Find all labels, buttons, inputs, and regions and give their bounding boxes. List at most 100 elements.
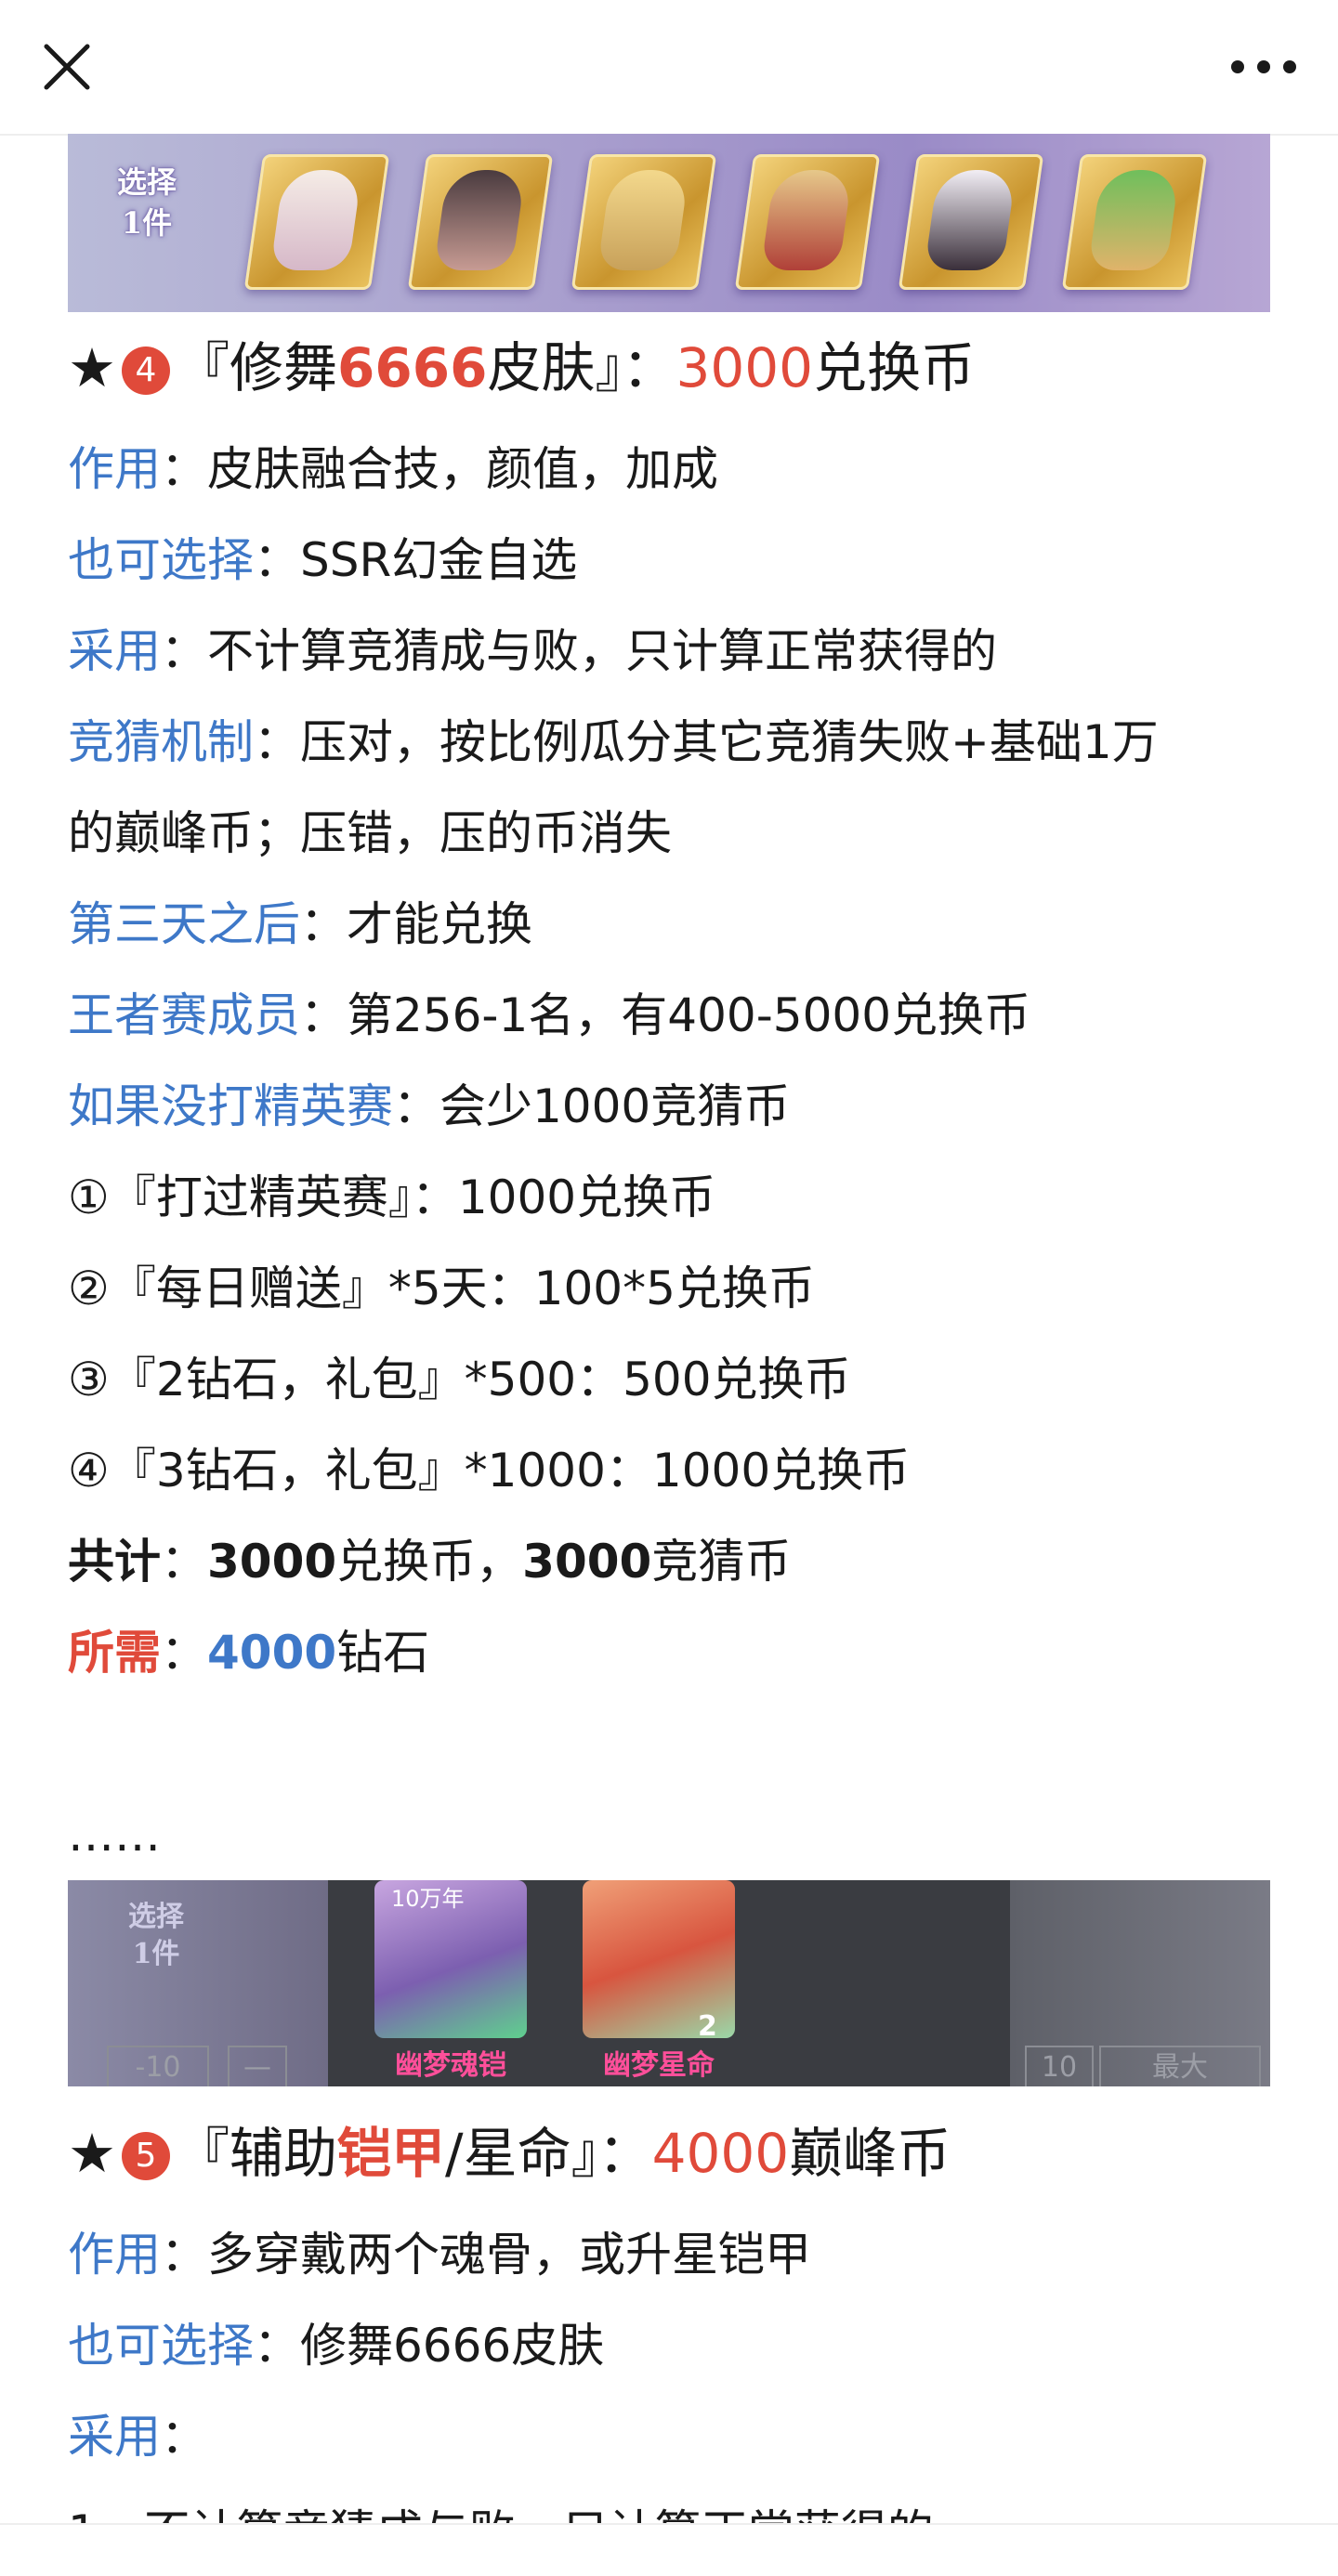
bottom-toolbar (0, 2523, 1338, 2576)
select-one-tag: 选择 1件 (96, 162, 198, 273)
star-icon: ★ (68, 336, 116, 399)
row-text: 压对，按比例瓜分其它竞猜失败+基础1万 (300, 715, 1159, 769)
list-item: ②『每日赠送』*5天：100*5兑换币 (68, 1262, 815, 1315)
section-5-heading: ★ 5 『辅助铠甲/星命』：4000巅峰币 (68, 2098, 1270, 2209)
need-label: 所需 (68, 1626, 161, 1680)
info-row: 采用： (68, 2391, 1270, 2482)
info-row: 作用：多穿戴两个魂骨，或升星铠甲 (68, 2209, 1270, 2300)
total-row: 共计：3000兑换币，3000竞猜币 (68, 1516, 1270, 1607)
total-label: 共计 (68, 1535, 161, 1589)
row-label: 王者赛成员 (68, 988, 300, 1042)
max-button[interactable]: 最大 (1099, 2046, 1261, 2086)
skin-card (571, 154, 717, 290)
title-suffix: 皮肤』： (487, 336, 676, 399)
skin-card (1061, 154, 1208, 290)
row-sep: ： (161, 442, 207, 496)
row-text: 皮肤融合技，颜值，加成 (207, 442, 718, 496)
info-row: 的巅峰币；压错，压的币消失 (68, 788, 1270, 879)
row-text: 第256-1名，有400-5000兑换币 (347, 988, 1031, 1042)
select-one-tag: 选择 1件 (105, 1899, 207, 1973)
total-value-2: 3000 (522, 1535, 652, 1589)
row-label: 第三天之后 (68, 897, 300, 951)
row-label: 也可选择 (68, 2319, 254, 2373)
skin-card (243, 154, 390, 290)
info-row: 第三天之后：才能兑换 (68, 879, 1270, 970)
row-text: 多穿戴两个魂骨，或升星铠甲 (207, 2228, 811, 2282)
info-row: 也可选择：修舞6666皮肤 (68, 2300, 1270, 2391)
row-text: SSR幻金自选 (300, 533, 578, 587)
top-bar (0, 0, 1338, 136)
row-sep: ： (300, 897, 347, 951)
title-highlight: 铠甲 (337, 2122, 446, 2185)
minus-ten-button[interactable]: -10 (107, 2046, 209, 2086)
cost-unit: 巅峰币 (789, 2122, 951, 2185)
armor-select-banner: 选择 1件 10万年 幽梦魂铠 2 幽梦星命 -10 — 10 最大 (68, 1880, 1270, 2086)
armor-item-label: 幽梦魂铠 (395, 2049, 506, 2082)
row-label: 作用 (68, 442, 161, 496)
skin-card (898, 154, 1044, 290)
list-item: ④『3钻石，礼包』*1000：1000兑换币 (68, 1444, 911, 1497)
select-tag-line2: 1件 (132, 1938, 180, 1970)
item-count-badge: 2 (698, 2010, 717, 2043)
close-icon[interactable] (28, 28, 106, 106)
row-text: 才能兑换 (347, 897, 532, 951)
row-sep: ： (161, 2410, 207, 2464)
need-unit: 钻石 (336, 1626, 430, 1680)
info-row: 作用：皮肤融合技，颜值，加成 (68, 424, 1270, 515)
total-value-1: 3000 (207, 1535, 337, 1589)
title-suffix: /星命』： (445, 2122, 652, 2185)
plus-ten-button[interactable]: 10 (1025, 2046, 1094, 2086)
select-tag-line2: 1件 (121, 205, 173, 241)
select-tag-line1: 选择 (128, 1901, 184, 1933)
article-content: 选择 1件 ★ 4 『修舞6666皮肤』：3000兑换币 作用：皮肤融合技，颜值，加… (68, 134, 1270, 2482)
info-row: 如果没打精英赛：会少1000竞猜币 (68, 1061, 1270, 1152)
info-row: 竞猜机制：压对，按比例瓜分其它竞猜失败+基础1万 (68, 697, 1270, 788)
star-item-label: 幽梦星命 (603, 2049, 715, 2082)
row-sep: ： (161, 2228, 207, 2282)
skin-select-banner: 选择 1件 (68, 134, 1270, 312)
ellipsis: …… (68, 1808, 161, 1862)
total-unit-2: 竞猜币 (651, 1535, 792, 1589)
row-label: 采用 (68, 2410, 161, 2464)
row-label: 如果没打精英赛 (68, 1079, 393, 1133)
select-tag-line1: 选择 (116, 164, 177, 200)
row-sep: ： (393, 1079, 439, 1133)
row-text: 修舞6666皮肤 (300, 2319, 605, 2373)
row-label: 竞猜机制 (68, 715, 254, 769)
row-sep: ： (254, 715, 300, 769)
row-sep: ： (300, 988, 347, 1042)
row-label: 作用 (68, 2228, 161, 2282)
cost-value: 3000 (676, 336, 814, 399)
number-badge: 5 (122, 2132, 170, 2180)
total-unit-1: 兑换币， (336, 1535, 523, 1589)
row-sep: ： (254, 533, 300, 587)
row-text: 不计算竞猜成与败，只计算正常获得的 (207, 624, 997, 678)
row-label: 采用 (68, 624, 161, 678)
row-text: 会少1000竞猜币 (439, 1079, 791, 1133)
info-row: 王者赛成员：第256-1名，有400-5000兑换币 (68, 970, 1270, 1061)
total-sep: ： (161, 1535, 207, 1589)
row-text: 的巅峰币；压错，压的币消失 (68, 806, 672, 860)
skin-card (734, 154, 881, 290)
info-row: 也可选择：SSR幻金自选 (68, 515, 1270, 606)
number-badge: 4 (122, 347, 170, 395)
list-item: ①『打过精英赛』：1000兑换币 (68, 1170, 716, 1224)
cost-value: 4000 (651, 2122, 790, 2185)
title-prefix: 『辅助 (176, 2122, 338, 2185)
need-sep: ： (161, 1626, 207, 1680)
cost-unit: 兑换币 (813, 336, 976, 399)
row-label: 也可选择 (68, 533, 254, 587)
ten-wan-tag: 10万年 (391, 1886, 465, 1912)
skin-card (407, 154, 554, 290)
title-highlight: 6666 (337, 336, 488, 399)
minus-button[interactable]: — (228, 2046, 287, 2086)
info-row: 采用：不计算竞猜成与败，只计算正常获得的 (68, 606, 1270, 697)
row-sep: ： (254, 2319, 300, 2373)
section-4-heading: ★ 4 『修舞6666皮肤』：3000兑换币 (68, 312, 1270, 424)
title-prefix: 『修舞 (176, 336, 338, 399)
need-value: 4000 (207, 1626, 337, 1680)
more-icon[interactable] (1217, 28, 1310, 106)
row-sep: ： (161, 624, 207, 678)
star-icon: ★ (68, 2122, 116, 2185)
